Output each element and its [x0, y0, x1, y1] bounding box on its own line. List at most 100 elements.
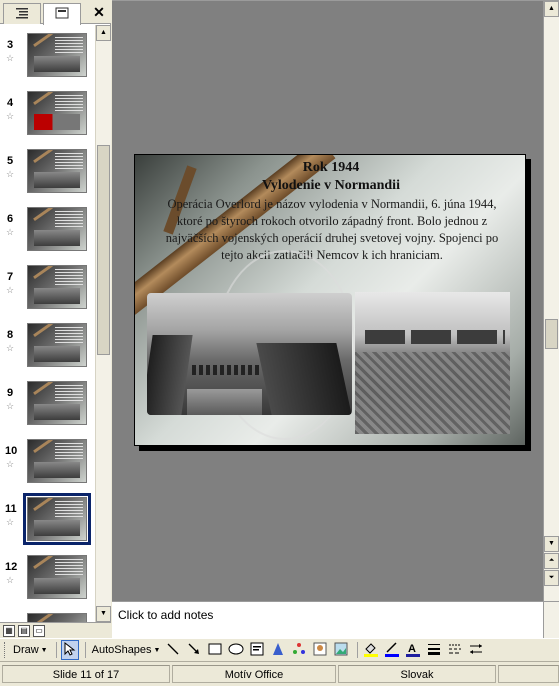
- line-style-icon: [427, 643, 441, 658]
- rectangle-icon: [208, 643, 222, 658]
- status-design-template[interactable]: Motív Office: [172, 665, 336, 683]
- dash-style-icon: [448, 643, 462, 658]
- outline-tab-icon: [15, 7, 29, 22]
- thumbnail-slide-8[interactable]: 8 ☆: [0, 323, 95, 373]
- thumbnail-slide-11[interactable]: 11 ☆: [0, 493, 95, 547]
- autoshapes-menu-button[interactable]: AutoShapes ▼: [90, 640, 163, 660]
- thumbnail-number: 3: [7, 39, 14, 51]
- line-button[interactable]: [164, 641, 182, 659]
- transition-star-icon: ☆: [6, 285, 15, 295]
- scroll-down-button[interactable]: ▼: [544, 536, 559, 552]
- thumbnail-slide-3[interactable]: 3 ☆: [0, 33, 95, 83]
- transition-star-icon: ☆: [6, 459, 15, 469]
- thumbnail-slide-5[interactable]: 5 ☆: [0, 149, 95, 199]
- slide-title-line-1[interactable]: Rok 1944: [135, 160, 525, 176]
- thumbnail-scrollbar[interactable]: ▲ ▼: [95, 25, 111, 622]
- status-slide-info: Slide 11 of 17: [2, 665, 170, 683]
- normal-view-icon: ▦: [5, 626, 13, 635]
- scroll-thumb[interactable]: [545, 319, 558, 349]
- notes-placeholder[interactable]: Click to add notes: [118, 608, 213, 622]
- thumbnail-image: [27, 91, 87, 135]
- wordart-button[interactable]: [269, 641, 287, 659]
- transition-star-icon: ☆: [6, 169, 15, 179]
- thumbnail-number: 5: [7, 155, 14, 167]
- draw-label: Draw: [13, 644, 39, 656]
- scroll-thumb[interactable]: [97, 145, 110, 355]
- thumbnail-slide-6[interactable]: 6 ☆: [0, 207, 95, 257]
- clipart-button[interactable]: [311, 641, 329, 659]
- outline-tab[interactable]: [3, 3, 41, 24]
- scroll-down-button[interactable]: ▼: [96, 606, 111, 622]
- slideshow-icon: ▭: [35, 626, 43, 635]
- status-language[interactable]: Slovak: [338, 665, 496, 683]
- thumbnail-number: 8: [7, 329, 14, 341]
- transition-star-icon: ☆: [6, 111, 15, 121]
- powerpoint-window: ✕ 3 ☆ 4 ☆ 5 ☆ 6 ☆ 7 ☆ 8 ☆ 9 ☆ 10 ☆ 11 ☆ …: [0, 0, 559, 686]
- pane-tab-bar: ✕: [0, 0, 111, 25]
- notes-pane[interactable]: Click to add notes: [112, 601, 559, 639]
- thumbnail-slide-4[interactable]: 4 ☆: [0, 91, 95, 141]
- chevron-down-icon: ▼: [40, 646, 48, 654]
- font-color-button[interactable]: A: [404, 641, 422, 659]
- dash-style-button[interactable]: [446, 641, 464, 659]
- slide-body-text[interactable]: Operácia Overlord je názov vylodenia v N…: [157, 196, 507, 264]
- thumbnail-slide-10[interactable]: 10 ☆: [0, 439, 95, 489]
- clipart-icon: [313, 642, 327, 659]
- arrow-style-icon: [469, 642, 483, 659]
- close-pane-button[interactable]: ✕: [91, 4, 107, 20]
- slide-title-line-2[interactable]: Vylodenie v Normandii: [135, 178, 525, 194]
- current-slide[interactable]: Rok 1944 Vylodenie v Normandii Operácia …: [134, 154, 526, 446]
- chevron-down-icon: ▼: [153, 646, 161, 654]
- thumbnail-number: 9: [7, 387, 14, 399]
- transition-star-icon: ☆: [6, 401, 15, 411]
- next-slide-button[interactable]: ⏷: [544, 570, 559, 586]
- select-objects-button[interactable]: [60, 640, 79, 660]
- thumbnail-slide-7[interactable]: 7 ☆: [0, 265, 95, 315]
- thumbnail-number: 10: [5, 445, 18, 457]
- arrow-icon: [187, 642, 201, 659]
- slide-sorter-button[interactable]: ▤: [18, 625, 30, 637]
- thumbnail-image: [27, 381, 87, 425]
- toolbar-grip[interactable]: [4, 642, 7, 658]
- transition-star-icon: ☆: [6, 575, 15, 585]
- slides-tab[interactable]: [43, 3, 81, 25]
- thumbnail-number: 4: [7, 97, 14, 109]
- thumbnail-slide-13-partial[interactable]: [0, 613, 95, 622]
- scroll-up-button[interactable]: ▲: [544, 1, 559, 17]
- thumbnail-number: 6: [7, 213, 14, 225]
- oval-icon: [228, 643, 244, 658]
- line-style-button[interactable]: [425, 641, 443, 659]
- scroll-up-button[interactable]: ▲: [96, 25, 111, 41]
- fill-color-button[interactable]: [362, 641, 380, 659]
- arrow-button[interactable]: [185, 641, 203, 659]
- draw-menu-button[interactable]: Draw ▼: [11, 640, 50, 660]
- thumbnail-number: 12: [5, 561, 18, 573]
- previous-slide-button[interactable]: ⏶: [544, 553, 559, 569]
- textbox-button[interactable]: [248, 641, 266, 659]
- landing-craft-photo[interactable]: [147, 293, 352, 415]
- insert-picture-button[interactable]: [332, 641, 350, 659]
- beach-landing-photo[interactable]: [355, 292, 510, 434]
- thumbnail-number: 11: [5, 503, 17, 515]
- line-color-button[interactable]: [383, 641, 401, 659]
- status-empty-cell: [498, 665, 559, 683]
- separator: [357, 642, 359, 658]
- thumbnail-list[interactable]: 3 ☆ 4 ☆ 5 ☆ 6 ☆ 7 ☆ 8 ☆ 9 ☆ 10 ☆ 11 ☆ 12…: [0, 25, 95, 622]
- oval-button[interactable]: [227, 641, 245, 659]
- thumbnail-number: 7: [7, 271, 14, 283]
- svg-text:A: A: [408, 643, 416, 655]
- separator: [84, 642, 86, 658]
- notes-scrollbar[interactable]: [543, 602, 559, 639]
- slideshow-button[interactable]: ▭: [33, 625, 45, 637]
- thumbnail-image: [27, 265, 87, 309]
- arrow-style-button[interactable]: [467, 641, 485, 659]
- thumbnail-slide-9[interactable]: 9 ☆: [0, 381, 95, 431]
- select-pointer-icon: [64, 641, 76, 659]
- thumbnail-slide-12[interactable]: 12 ☆: [0, 555, 95, 605]
- line-icon: [166, 642, 180, 659]
- workspace-scrollbar[interactable]: ▲ ▼ ⏶ ⏷: [543, 1, 559, 602]
- rectangle-button[interactable]: [206, 641, 224, 659]
- normal-view-button[interactable]: ▦: [3, 625, 15, 637]
- thumbnail-image: [23, 493, 91, 545]
- diagram-button[interactable]: [290, 641, 308, 659]
